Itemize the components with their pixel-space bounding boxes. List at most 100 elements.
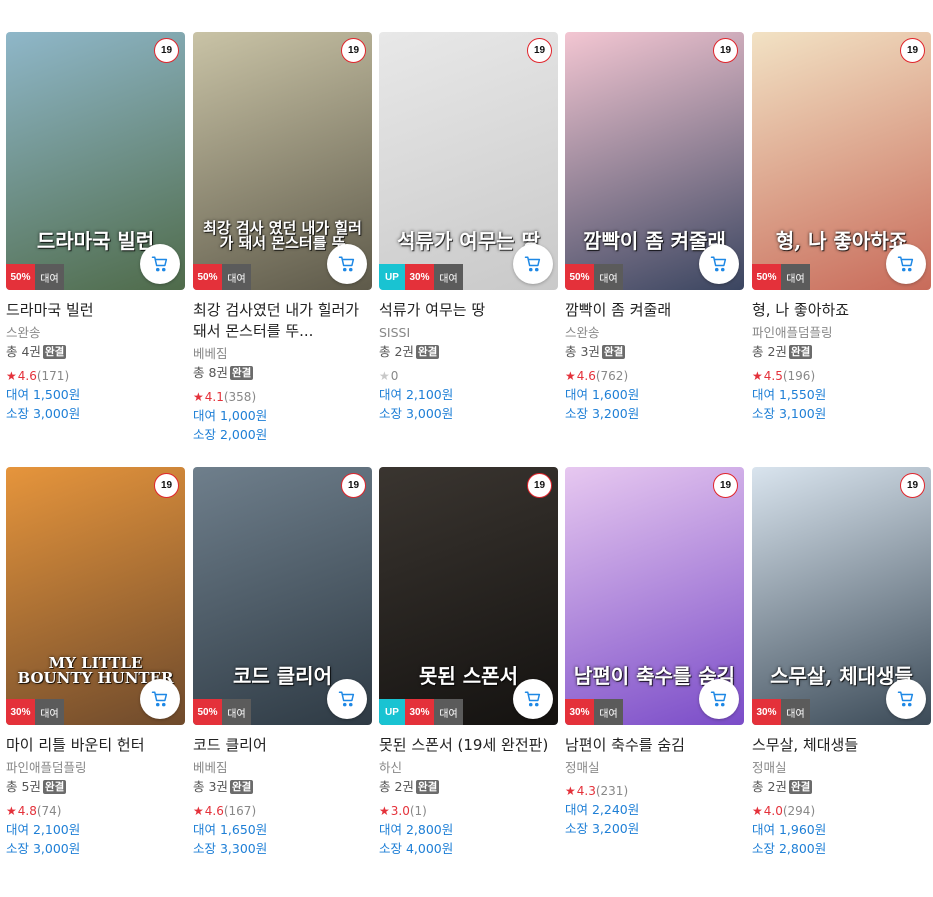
own-price: 소장 3,000원 — [379, 406, 454, 421]
rating-score: 4.6 — [204, 804, 224, 818]
book-cover[interactable]: 스무살, 체대생들 19 30% 대여 — [752, 467, 931, 725]
age-19-badge: 19 — [900, 473, 925, 498]
book-card[interactable]: 코드 클리어 19 50% 대여 코드 클리어 베베짐 총 3권 완결 ★ 4.6 (1… — [193, 467, 372, 858]
star-icon: ★ — [6, 804, 17, 818]
book-cover[interactable]: 코드 클리어 19 50% 대여 — [193, 467, 372, 725]
rating-count: (231) — [595, 784, 629, 798]
promo-tags: 30% 대여 — [752, 699, 810, 725]
book-info: 드라마국 빌런 스완송 총 4권 완결 ★ 4.6 (171) 대여 1,500원 소… — [6, 290, 185, 423]
discount-tag: 50% — [752, 264, 781, 290]
book-info: 형, 나 좋아하죠 파인애플덤플링 총 2권 완결 ★ 4.5 (196) 대여 1,… — [752, 290, 931, 423]
book-author[interactable]: 스완송 — [6, 323, 185, 342]
book-cover[interactable]: 깜빡이 좀 켜줄래 19 50% 대여 — [565, 32, 744, 290]
rating-score: 0 — [390, 369, 399, 383]
book-author[interactable]: 파인애플덤플링 — [6, 758, 185, 777]
star-icon: ★ — [752, 804, 763, 818]
book-cover[interactable]: 최강 검사 였던 내가 힐러가 돼서 몬스터를 뚜 19 50% 대여 — [193, 32, 372, 290]
book-card[interactable]: MY LITTLE BOUNTY HUNTER 19 30% 대여 마이 리틀 바… — [6, 467, 185, 858]
book-author[interactable]: 정매실 — [565, 758, 744, 777]
book-cover[interactable]: 형, 나 좋아하죠 19 50% 대여 — [752, 32, 931, 290]
completed-badge: 완결 — [601, 345, 626, 359]
rent-price: 대여 1,600원 — [565, 387, 640, 402]
rating: ★ 4.5 (196) — [752, 367, 931, 385]
volume-text: 총 2권 — [379, 779, 414, 794]
rating: ★ 4.6 (171) — [6, 367, 185, 385]
book-title[interactable]: 코드 클리어 — [193, 735, 372, 756]
book-title[interactable]: 깜빡이 좀 켜줄래 — [565, 300, 744, 321]
rating: ★ 4.3 (231) — [565, 782, 744, 800]
volume-count: 총 3권 완결 — [565, 342, 744, 362]
book-cover[interactable]: 남편이 축수를 숨김 19 30% 대여 — [565, 467, 744, 725]
completed-badge: 완결 — [229, 780, 254, 794]
book-card[interactable]: 깜빡이 좀 켜줄래 19 50% 대여 깜빡이 좀 켜줄래 스완송 총 3권 완결 … — [565, 32, 744, 423]
discount-tag: 50% — [6, 264, 35, 290]
book-title[interactable]: 최강 검사였던 내가 힐러가 돼서 몬스터를 뚜... — [193, 300, 372, 342]
book-info: 못된 스폰서 (19세 완전판) 하신 총 2권 완결 ★ 3.0 (1) 대여 2,… — [379, 725, 558, 858]
rating-count: (762) — [595, 369, 629, 383]
book-author[interactable]: 정매실 — [752, 758, 931, 777]
book-author[interactable]: 스완송 — [565, 323, 744, 342]
cart-button[interactable] — [699, 679, 739, 719]
book-author[interactable]: 베베짐 — [193, 758, 372, 777]
rating-count: (1) — [409, 804, 427, 818]
volume-count: 총 8권 완결 — [193, 363, 372, 383]
completed-badge: 완결 — [788, 345, 813, 359]
cart-button[interactable] — [327, 679, 367, 719]
volume-text: 총 5권 — [6, 779, 41, 794]
book-title[interactable]: 드라마국 빌런 — [6, 300, 185, 321]
cart-icon — [151, 691, 168, 707]
book-card[interactable]: 스무살, 체대생들 19 30% 대여 스무살, 체대생들 정매실 총 2권 완결 … — [752, 467, 931, 858]
rent-tag: 대여 — [434, 699, 463, 725]
discount-tag: 30% — [405, 264, 434, 290]
cart-button[interactable] — [886, 679, 926, 719]
star-icon: ★ — [379, 804, 390, 818]
book-info: 스무살, 체대생들 정매실 총 2권 완결 ★ 4.0 (294) 대여 1,960원… — [752, 725, 931, 858]
cart-button[interactable] — [513, 244, 553, 284]
book-author[interactable]: 파인애플덤플링 — [752, 323, 931, 342]
cart-button[interactable] — [886, 244, 926, 284]
rating-score: 3.0 — [390, 804, 410, 818]
rent-price: 대여 1,000원 — [193, 408, 268, 423]
book-cover[interactable]: 못된 스폰서 19 UP 30% 대여 — [379, 467, 558, 725]
rating-score: 4.0 — [763, 804, 783, 818]
discount-tag: 30% — [565, 699, 594, 725]
volume-text: 총 2권 — [752, 344, 787, 359]
book-card[interactable]: 못된 스폰서 19 UP 30% 대여 못된 스폰서 (19세 완전판) 하신 총 … — [379, 467, 558, 858]
book-cover[interactable]: MY LITTLE BOUNTY HUNTER 19 30% 대여 — [6, 467, 185, 725]
book-title[interactable]: 남편이 축수를 숨김 — [565, 735, 744, 756]
volume-count: 총 2권 완결 — [379, 777, 558, 797]
book-card[interactable]: 남편이 축수를 숨김 19 30% 대여 남편이 축수를 숨김 정매실 ★ 4.3(… — [565, 467, 744, 838]
book-card[interactable]: 드라마국 빌런 19 50% 대여 드라마국 빌런 스완송 총 4권 완결 ★ 4.6… — [6, 32, 185, 423]
book-card[interactable]: 최강 검사 였던 내가 힐러가 돼서 몬스터를 뚜 19 50% 대여 최강 검사… — [193, 32, 372, 444]
book-author[interactable]: 베베짐 — [193, 344, 372, 363]
book-title[interactable]: 스무살, 체대생들 — [752, 735, 931, 756]
rent-tag: 대여 — [434, 264, 463, 290]
book-author[interactable]: SISSI — [379, 323, 558, 342]
completed-badge: 완결 — [229, 366, 254, 380]
own-price: 소장 4,000원 — [379, 841, 454, 856]
book-cover[interactable]: 석류가 여무는 땅 19 UP 30% 대여 — [379, 32, 558, 290]
book-title[interactable]: 마이 리틀 바운티 헌터 — [6, 735, 185, 756]
discount-tag: 30% — [752, 699, 781, 725]
cart-icon — [338, 256, 355, 272]
cart-button[interactable] — [699, 244, 739, 284]
cart-button[interactable] — [140, 244, 180, 284]
cart-icon — [710, 691, 727, 707]
cart-button[interactable] — [140, 679, 180, 719]
book-title[interactable]: 석류가 여무는 땅 — [379, 300, 558, 321]
discount-tag: 30% — [6, 699, 35, 725]
star-icon: ★ — [565, 369, 576, 383]
cart-button[interactable] — [513, 679, 553, 719]
book-card[interactable]: 형, 나 좋아하죠 19 50% 대여 형, 나 좋아하죠 파인애플덤플링 총 2… — [752, 32, 931, 423]
completed-badge: 완결 — [42, 345, 67, 359]
own-price: 소장 3,100원 — [752, 406, 827, 421]
book-title[interactable]: 형, 나 좋아하죠 — [752, 300, 931, 321]
rating-count: (294) — [782, 804, 816, 818]
book-author[interactable]: 하신 — [379, 758, 558, 777]
promo-tags: 50% 대여 — [193, 264, 251, 290]
book-cover[interactable]: 드라마국 빌런 19 50% 대여 — [6, 32, 185, 290]
book-card[interactable]: 석류가 여무는 땅 19 UP 30% 대여 석류가 여무는 땅 SISSI 총 2… — [379, 32, 558, 423]
cart-button[interactable] — [327, 244, 367, 284]
book-title[interactable]: 못된 스폰서 (19세 완전판) — [379, 735, 558, 756]
rating-score: 4.8 — [17, 804, 37, 818]
